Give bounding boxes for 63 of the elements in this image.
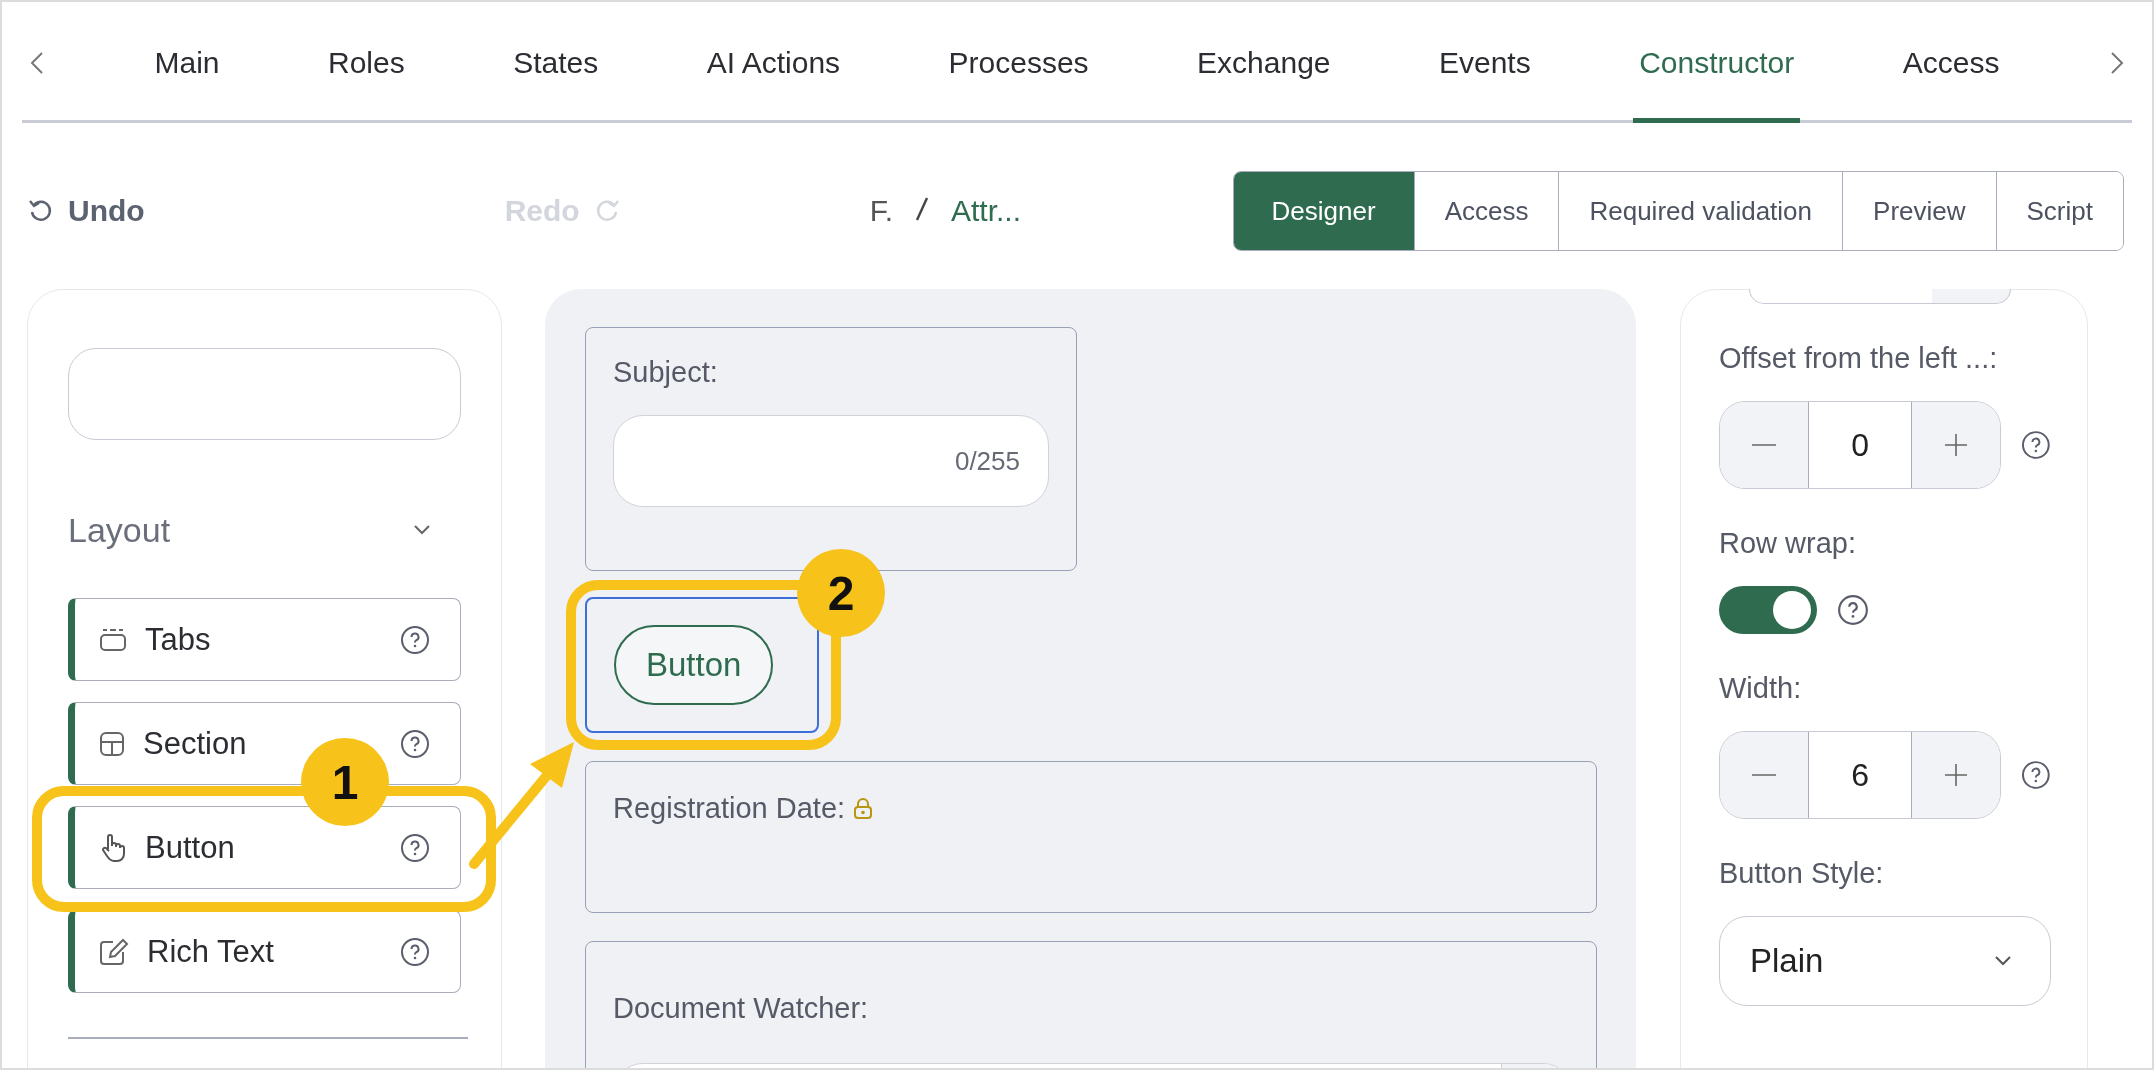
nav-tab[interactable]: AI Actions (700, 2, 847, 123)
toggle-switch[interactable] (1719, 586, 1817, 634)
help-icon[interactable] (400, 936, 430, 967)
number-input[interactable]: 6 (1808, 732, 1913, 818)
view-tab[interactable]: Designer (1233, 172, 1414, 250)
nav-tab[interactable]: Processes (942, 2, 1095, 123)
group-title: Layout (68, 510, 171, 550)
number-input[interactable]: 0 (1808, 402, 1913, 488)
help-icon[interactable] (2021, 759, 2051, 791)
property-label: Width: (1719, 672, 1802, 704)
style-select[interactable]: Plain (1719, 916, 2051, 1006)
step-badge: 2 (797, 549, 885, 637)
nav-tab[interactable]: Access (1896, 2, 2006, 123)
field-card[interactable]: Document Watcher: (585, 941, 1597, 1068)
plus-icon (1945, 434, 1968, 456)
preview-button[interactable]: Button (614, 625, 774, 705)
chevron-down-icon[interactable] (413, 524, 431, 536)
field-label: Subject: (613, 356, 718, 388)
help-icon[interactable] (2021, 429, 2051, 461)
character-counter: 0/255 (954, 445, 1020, 477)
help-icon[interactable] (400, 832, 430, 863)
help-icon[interactable] (400, 624, 430, 655)
component-label: Button (145, 829, 236, 866)
chevron-right-icon (2109, 51, 2124, 75)
nav-tab[interactable]: Exchange (1191, 2, 1337, 123)
undo-icon (28, 198, 54, 224)
help-icon[interactable] (1837, 594, 1869, 626)
stepper-field[interactable] (1749, 289, 2011, 304)
chevron-down-icon (1994, 955, 2012, 967)
property-label: Offset from the left ...: (1719, 342, 1998, 374)
search-field[interactable] (68, 348, 461, 440)
component-item[interactable]: Rich Text (68, 910, 461, 993)
nav-tab[interactable]: Constructor (1633, 2, 1801, 123)
nav-tab[interactable]: Main (148, 2, 226, 123)
property-label: Row wrap: (1719, 527, 1856, 559)
nav-tab[interactable]: Roles (321, 2, 411, 123)
view-tab[interactable]: Script (1995, 172, 2123, 250)
component-item[interactable]: Tabs (68, 598, 461, 681)
nav-tab[interactable]: States (507, 2, 605, 123)
minus-icon (1752, 443, 1776, 447)
pointer-hand-icon (99, 832, 127, 863)
chevron-left-icon (30, 51, 44, 75)
undo-button[interactable]: Undo (28, 194, 145, 228)
field-card[interactable]: Registration Date: (585, 761, 1597, 913)
component-label: Section (143, 725, 248, 762)
field-label: Document Watcher: (613, 992, 869, 1024)
nav-tab[interactable]: Events (1433, 2, 1537, 123)
button-card[interactable]: Button (585, 597, 819, 733)
minus-icon (1752, 773, 1776, 777)
field-label: Registration Date: (613, 792, 846, 825)
help-icon[interactable] (400, 728, 430, 759)
text-input[interactable]: 0/255 (613, 415, 1049, 507)
component-label: Rich Text (147, 933, 275, 970)
field-card[interactable]: Subject: 0/255 (585, 327, 1077, 571)
component-item[interactable]: Button (68, 806, 461, 889)
breadcrumb-link[interactable]: F. (869, 194, 893, 228)
plus-icon (1945, 764, 1968, 786)
section-icon (99, 730, 125, 757)
tabs-icon (99, 627, 127, 652)
breadcrumb-link[interactable]: Attr... (951, 194, 1021, 228)
edit-icon (99, 937, 129, 966)
property-label: Button Style: (1719, 857, 1884, 889)
component-label: Tabs (145, 621, 212, 658)
